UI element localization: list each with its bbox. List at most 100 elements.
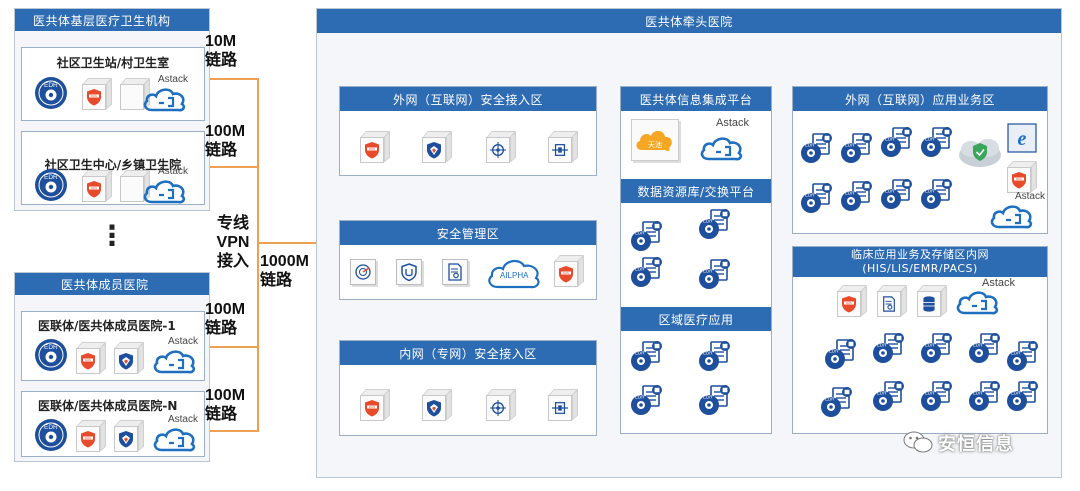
audit-appliance-icon [877, 285, 907, 317]
database-appliance-icon [917, 285, 947, 317]
edr-server-icon [819, 387, 855, 419]
link-label-1: 10M 链路 [205, 33, 238, 69]
svg-text:天池: 天池 [648, 140, 662, 149]
astack-cloud-icon: Astack [955, 277, 1015, 315]
shield-appliance-icon [76, 420, 106, 452]
link-line-4 [210, 430, 258, 432]
edr-server-icon [629, 385, 665, 417]
member-hospitals-panel: 医共体成员医院 医联体/医共体成员医院-1 Astack 医联体/医共体成员医院… [14, 272, 210, 462]
tianchi-cloud-icon: 天池 [631, 119, 679, 161]
target-appliance-icon [486, 389, 516, 421]
astack-cloud-icon: Astack [152, 336, 198, 374]
edr-server-icon [697, 385, 733, 417]
int-access-title: 内网（专网）安全接入区 [340, 341, 596, 365]
edr-server-icon [629, 341, 665, 373]
vpn-label: 专线 VPN 接入 [216, 215, 250, 270]
edr-server-icon [799, 183, 835, 215]
ext-app-title: 外网（互联网）应用业务区 [793, 87, 1047, 111]
link-label-2: 100M 链路 [205, 123, 246, 159]
vpn-trunk-line [257, 78, 259, 432]
trunk-link-line [258, 242, 316, 244]
trunk-label: 1000M 链路 [260, 253, 309, 289]
member-hospitals-title: 医共体成员医院 [15, 273, 209, 295]
edr-server-icon [839, 133, 875, 165]
member-hospital-1-box: 医联体/医共体成员医院-1 Astack [21, 311, 205, 381]
clinical-title: 临床应用业务及存储区内网 (HIS/LIS/EMR/PACS) [793, 247, 1047, 277]
edr-server-icon [879, 179, 915, 211]
radar-appliance-icon [350, 259, 376, 285]
edr-server-icon [919, 381, 955, 413]
edr-server-icon [919, 127, 955, 159]
shield-appliance-blue-icon [114, 420, 144, 452]
edr-server-icon [629, 257, 665, 289]
gateway-appliance-icon [548, 389, 578, 421]
sec-mgmt-zone: 安全管理区 AILPHA [339, 220, 597, 300]
edr-server-icon [967, 381, 1003, 413]
edr-disc-icon [34, 76, 68, 110]
community-center-box: 社区卫生中心/乡镇卫生院 Astack [21, 131, 205, 205]
integration-platform-column: 医共体信息集成平台 天池 Astack 数据资源库/交换平台 区域医疗应用 [620, 86, 772, 434]
clinical-zone: 临床应用业务及存储区内网 (HIS/LIS/EMR/PACS) Astack [792, 246, 1048, 434]
edr-server-icon [697, 209, 733, 241]
edr-server-icon [871, 333, 907, 365]
link-line-3 [210, 346, 258, 348]
ext-access-zone: 外网（互联网）安全接入区 [339, 86, 597, 176]
ext-app-zone: 外网（互联网）应用业务区 Astack [792, 86, 1048, 234]
shield-appliance-icon [554, 255, 584, 287]
shield-appliance-icon [1007, 161, 1037, 193]
shield-appliance-icon [82, 170, 112, 202]
link-label-4: 100M 链路 [205, 387, 246, 423]
edr-disc-icon [34, 338, 68, 372]
member-hospital-n-title: 医联体/医共体成员医院-N [38, 399, 178, 413]
link-line-1 [210, 78, 258, 80]
edr-server-icon [629, 221, 665, 253]
community-station-box: 社区卫生站/村卫生室 Astack [21, 47, 205, 121]
shield-appliance-icon [360, 131, 390, 163]
edr-server-icon [799, 133, 835, 165]
edr-server-icon [823, 339, 859, 371]
member-hospital-1-title: 医联体/医共体成员医院-1 [38, 319, 176, 333]
shield-appliance-blue-icon [114, 342, 144, 374]
link-line-2 [210, 166, 258, 168]
astack-cloud-icon: Astack [699, 117, 759, 161]
base-institutions-title: 医共体基层医疗卫生机构 [15, 9, 209, 31]
astack-cloud-icon: Astack [989, 191, 1045, 229]
ailpha-label: AILPHA [500, 271, 529, 280]
edr-server-icon [879, 127, 915, 159]
community-station-title: 社区卫生站/村卫生室 [56, 56, 170, 70]
watermark-text: 安恒信息 [938, 434, 1014, 455]
regional-app-title: 区域医疗应用 [621, 307, 771, 331]
shield-appliance-blue-icon [422, 131, 452, 163]
astack-cloud-icon: Astack [152, 414, 198, 452]
edr-server-icon [871, 381, 907, 413]
edr-server-icon [919, 179, 955, 211]
gateway-appliance-icon [548, 131, 578, 163]
link-label-3: 100M 链路 [205, 301, 246, 337]
astack-cloud-icon: Astack [142, 166, 188, 204]
ie-browser-icon [1007, 123, 1037, 153]
shield-appliance-icon [360, 389, 390, 421]
shield-appliance-icon [76, 342, 106, 374]
shield-appliance-icon [82, 78, 112, 110]
edr-disc-icon [34, 168, 68, 202]
cloud-shield-icon [957, 137, 1003, 169]
sec-mgmt-title: 安全管理区 [340, 221, 596, 245]
int-access-zone: 内网（专网）安全接入区 [339, 340, 597, 436]
wechat-logo-icon [902, 430, 934, 454]
edr-server-icon [1005, 381, 1041, 413]
audit-doc-appliance-icon [442, 259, 468, 285]
edr-disc-icon [34, 418, 68, 452]
ext-access-title: 外网（互联网）安全接入区 [340, 87, 596, 111]
target-appliance-icon [486, 131, 516, 163]
edr-server-icon [967, 333, 1003, 365]
astack-cloud-icon: Astack [142, 74, 188, 112]
ellipsis-vertical: ⋮ [98, 219, 126, 252]
edr-server-icon [839, 181, 875, 213]
data-exchange-title: 数据资源库/交换平台 [621, 179, 771, 203]
integration-platform-title: 医共体信息集成平台 [621, 87, 771, 111]
base-institutions-panel: 医共体基层医疗卫生机构 社区卫生站/村卫生室 Astack 社区卫生中心/乡镇卫… [14, 8, 210, 211]
shield-appliance-blue-icon [422, 389, 452, 421]
lead-hospital-title: 医共体牵头医院 [317, 9, 1061, 33]
ailpha-cloud-icon: AILPHA [486, 257, 544, 289]
edr-server-icon [919, 333, 955, 365]
